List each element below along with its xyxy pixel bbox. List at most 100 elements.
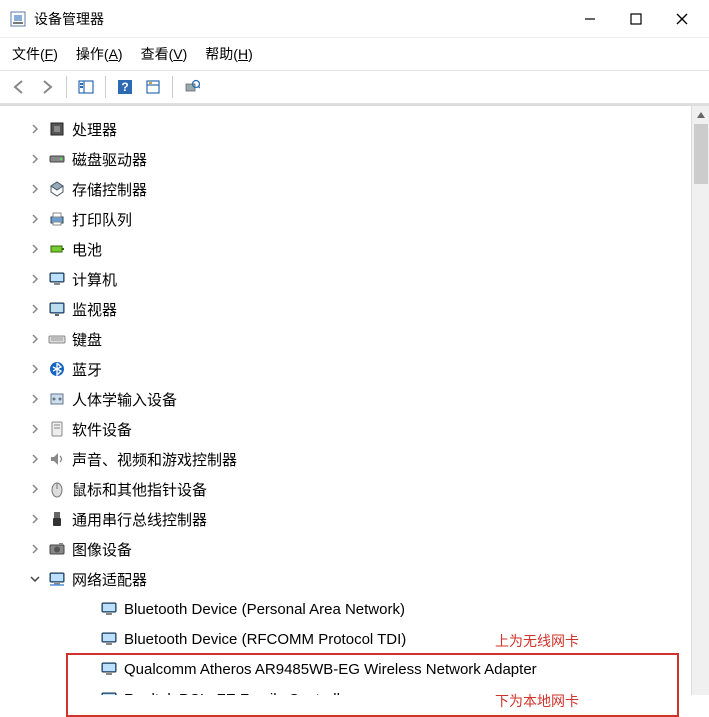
device-item[interactable]: Qualcomm Atheros AR9485WB-EG Wireless Ne… (0, 654, 709, 684)
category-label: 处理器 (72, 119, 117, 140)
menu-file[interactable]: 文件(F) (12, 44, 58, 64)
expand-icon[interactable] (28, 332, 42, 346)
content-area: 处理器磁盘驱动器存储控制器打印队列电池计算机监视器键盘蓝牙人体学输入设备软件设备… (0, 104, 709, 695)
scan-hardware-button[interactable] (179, 74, 205, 100)
device-category[interactable]: 计算机 (0, 264, 709, 294)
category-label: 声音、视频和游戏控制器 (72, 449, 237, 470)
help-button[interactable]: ? (112, 74, 138, 100)
menu-bar: 文件(F) 操作(A) 查看(V) 帮助(H) (0, 38, 709, 70)
scroll-up-arrow[interactable] (692, 106, 709, 124)
storage-icon (48, 180, 66, 198)
expand-icon[interactable] (28, 212, 42, 226)
scroll-thumb[interactable] (694, 124, 708, 184)
usb-icon (48, 510, 66, 528)
menu-action[interactable]: 操作(A) (76, 44, 123, 64)
device-category[interactable]: 声音、视频和游戏控制器 (0, 444, 709, 474)
expand-icon[interactable] (28, 362, 42, 376)
category-label: 人体学输入设备 (72, 389, 177, 410)
category-label: 存储控制器 (72, 179, 147, 200)
expand-icon[interactable] (28, 122, 42, 136)
category-label: 通用串行总线控制器 (72, 509, 207, 530)
camera-icon (48, 540, 66, 558)
category-label: 打印队列 (72, 209, 132, 230)
device-tree[interactable]: 处理器磁盘驱动器存储控制器打印队列电池计算机监视器键盘蓝牙人体学输入设备软件设备… (0, 106, 709, 695)
disk-icon (48, 150, 66, 168)
minimize-button[interactable] (567, 5, 613, 33)
device-category[interactable]: 网络适配器 (0, 564, 709, 594)
window-titlebar: 设备管理器 (0, 0, 709, 38)
device-item[interactable]: Bluetooth Device (Personal Area Network) (0, 594, 709, 624)
category-label: 蓝牙 (72, 359, 102, 380)
hid-icon (48, 390, 66, 408)
properties-button[interactable] (140, 74, 166, 100)
category-label: 监视器 (72, 299, 117, 320)
network-adapter-icon (100, 690, 118, 695)
expand-icon[interactable] (28, 242, 42, 256)
expand-icon[interactable] (28, 452, 42, 466)
device-item-label: Bluetooth Device (Personal Area Network) (124, 601, 405, 618)
device-category[interactable]: 键盘 (0, 324, 709, 354)
network-adapter-icon (100, 660, 118, 678)
window-title: 设备管理器 (34, 9, 567, 29)
network-adapter-icon (100, 630, 118, 648)
nav-back-button[interactable] (6, 74, 32, 100)
device-category[interactable]: 监视器 (0, 294, 709, 324)
device-category[interactable]: 图像设备 (0, 534, 709, 564)
device-category[interactable]: 鼠标和其他指针设备 (0, 474, 709, 504)
svg-text:?: ? (121, 80, 128, 94)
expand-icon[interactable] (28, 542, 42, 556)
keyboard-icon (48, 330, 66, 348)
network-icon (48, 570, 66, 588)
mouse-icon (48, 480, 66, 498)
nav-forward-button[interactable] (34, 74, 60, 100)
category-label: 磁盘驱动器 (72, 149, 147, 170)
collapse-icon[interactable] (28, 572, 42, 586)
device-item[interactable]: Realtek PCIe FE Family Controller (0, 684, 709, 695)
network-adapter-icon (100, 600, 118, 618)
monitor-icon (48, 300, 66, 318)
toolbar-separator (172, 76, 173, 98)
menu-view[interactable]: 查看(V) (141, 44, 188, 64)
expand-icon[interactable] (28, 302, 42, 316)
maximize-button[interactable] (613, 5, 659, 33)
show-hide-tree-button[interactable] (73, 74, 99, 100)
menu-help[interactable]: 帮助(H) (205, 44, 252, 64)
device-category[interactable]: 打印队列 (0, 204, 709, 234)
category-label: 键盘 (72, 329, 102, 350)
device-category[interactable]: 存储控制器 (0, 174, 709, 204)
toolbar-separator (105, 76, 106, 98)
computer-icon (48, 270, 66, 288)
window-controls (567, 5, 705, 33)
device-item-label: Qualcomm Atheros AR9485WB-EG Wireless Ne… (124, 661, 537, 678)
expand-icon[interactable] (28, 422, 42, 436)
device-category[interactable]: 软件设备 (0, 414, 709, 444)
expand-icon[interactable] (28, 482, 42, 496)
category-label: 软件设备 (72, 419, 132, 440)
device-category[interactable]: 处理器 (0, 114, 709, 144)
close-button[interactable] (659, 5, 705, 33)
device-category[interactable]: 通用串行总线控制器 (0, 504, 709, 534)
category-label: 计算机 (72, 269, 117, 290)
device-category[interactable]: 蓝牙 (0, 354, 709, 384)
vertical-scrollbar[interactable] (691, 106, 709, 695)
expand-icon[interactable] (28, 512, 42, 526)
software-icon (48, 420, 66, 438)
expand-icon[interactable] (28, 182, 42, 196)
device-item[interactable]: Bluetooth Device (RFCOMM Protocol TDI) (0, 624, 709, 654)
expand-icon[interactable] (28, 272, 42, 286)
device-category[interactable]: 人体学输入设备 (0, 384, 709, 414)
audio-icon (48, 450, 66, 468)
category-label: 图像设备 (72, 539, 132, 560)
device-category[interactable]: 磁盘驱动器 (0, 144, 709, 174)
battery-icon (48, 240, 66, 258)
device-category[interactable]: 电池 (0, 234, 709, 264)
category-label: 网络适配器 (72, 569, 147, 590)
category-label: 鼠标和其他指针设备 (72, 479, 207, 500)
expand-icon[interactable] (28, 392, 42, 406)
toolbar-separator (66, 76, 67, 98)
bluetooth-icon (48, 360, 66, 378)
cpu-icon (48, 120, 66, 138)
expand-icon[interactable] (28, 152, 42, 166)
category-label: 电池 (72, 239, 102, 260)
device-item-label: Realtek PCIe FE Family Controller (124, 691, 353, 696)
